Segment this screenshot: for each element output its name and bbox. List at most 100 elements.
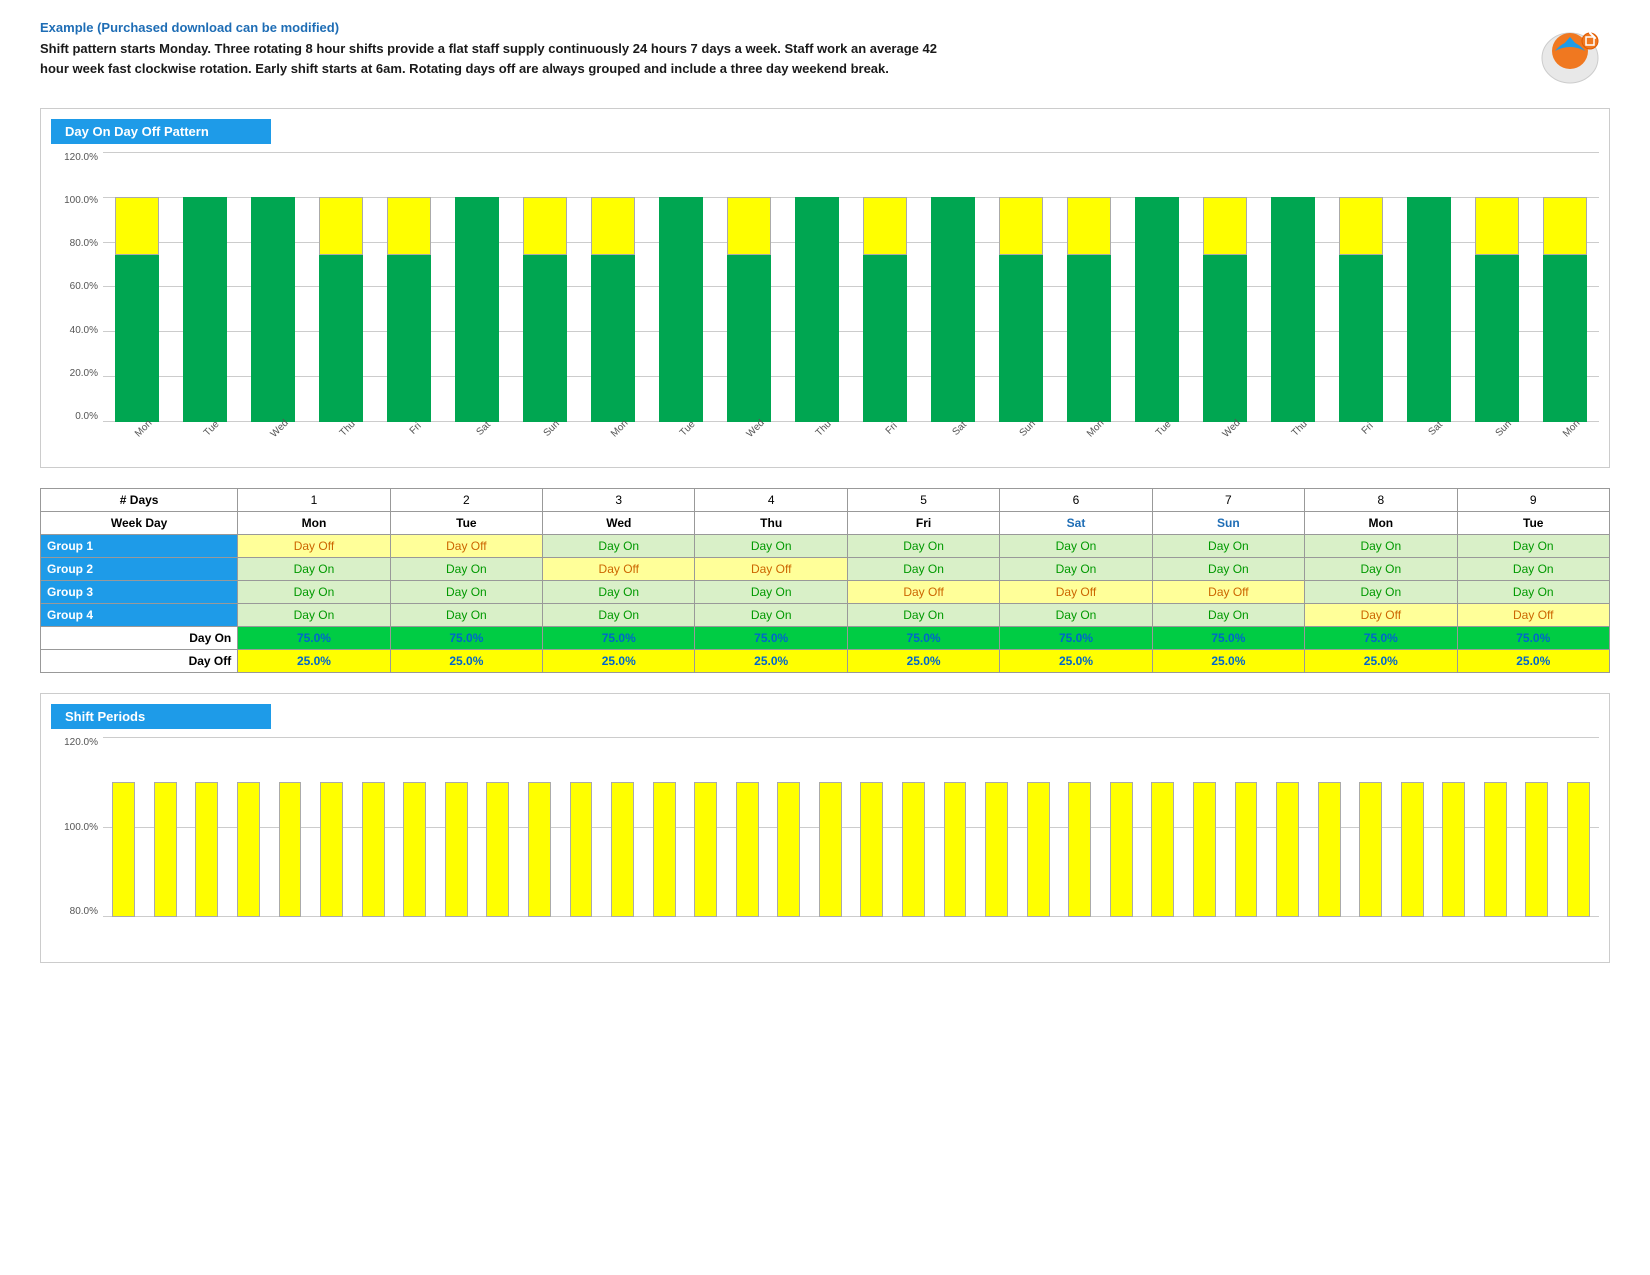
shift-xlabel-24 bbox=[1101, 917, 1143, 919]
weekday-cell-7: Mon bbox=[1305, 512, 1457, 535]
day-off-label: Day Off bbox=[41, 650, 238, 673]
shift-bar-group-31 bbox=[1391, 737, 1433, 917]
day-off-pct-8: 25.0% bbox=[1457, 650, 1610, 673]
shift-bar-group-7 bbox=[394, 737, 436, 917]
bar-stack-0 bbox=[115, 197, 159, 422]
day-off-pct-5: 25.0% bbox=[1000, 650, 1152, 673]
bar-yellow-13 bbox=[999, 197, 1043, 255]
shift-bar-5 bbox=[320, 782, 343, 917]
group-2-cell-1: Day On bbox=[390, 581, 542, 604]
day-on-pct-6: 75.0% bbox=[1152, 627, 1304, 650]
bar-group-21 bbox=[1531, 152, 1599, 422]
shift-bar-group-16 bbox=[768, 737, 810, 917]
description: Shift pattern starts Monday. Three rotat… bbox=[40, 39, 940, 78]
bar-stack-8 bbox=[659, 197, 703, 422]
y-label-0: 0.0% bbox=[51, 411, 103, 422]
group-0-cell-1: Day Off bbox=[390, 535, 542, 558]
bar-group-0 bbox=[103, 152, 171, 422]
shift-xlabel-26 bbox=[1184, 917, 1226, 919]
shift-xlabel-22 bbox=[1017, 917, 1059, 919]
bar-yellow-4 bbox=[387, 197, 431, 255]
shift-bar-group-12 bbox=[602, 737, 644, 917]
group-0-cell-4: Day On bbox=[847, 535, 999, 558]
day-on-label: Day On bbox=[41, 627, 238, 650]
bar-green-4 bbox=[387, 255, 431, 422]
weekday-cell-4: Fri bbox=[847, 512, 999, 535]
bar-green-20 bbox=[1475, 255, 1519, 422]
group-label-0: Group 1 bbox=[41, 535, 238, 558]
group-2-cell-7: Day On bbox=[1305, 581, 1457, 604]
group-1-cell-3: Day Off bbox=[695, 558, 847, 581]
shift-bar-26 bbox=[1193, 782, 1216, 917]
shift-bar-group-3 bbox=[228, 737, 270, 917]
weekday-cell-0: Mon bbox=[238, 512, 390, 535]
bar-group-5 bbox=[443, 152, 511, 422]
chart2-y-100: 100.0% bbox=[51, 822, 103, 833]
logo bbox=[1530, 20, 1610, 90]
bar-yellow-16 bbox=[1203, 197, 1247, 255]
bar-green-2 bbox=[251, 197, 295, 422]
group-2-cell-3: Day On bbox=[695, 581, 847, 604]
group-3-cell-5: Day On bbox=[1000, 604, 1152, 627]
group-2-cell-0: Day On bbox=[238, 581, 390, 604]
shift-bar-31 bbox=[1401, 782, 1424, 917]
shift-bar-group-24 bbox=[1101, 737, 1143, 917]
bar-group-7 bbox=[579, 152, 647, 422]
shift-xlabel-6 bbox=[352, 917, 394, 919]
shift-bar-group-17 bbox=[810, 737, 852, 917]
bar-stack-16 bbox=[1203, 197, 1247, 422]
shift-bar-group-15 bbox=[726, 737, 768, 917]
bar-green-10 bbox=[795, 197, 839, 422]
group-0-cell-2: Day On bbox=[543, 535, 695, 558]
bar-yellow-21 bbox=[1543, 197, 1587, 255]
shift-bar-7 bbox=[403, 782, 426, 917]
shift-xlabel-12 bbox=[602, 917, 644, 919]
chart2-bars bbox=[103, 737, 1599, 917]
day-on-pct-7: 75.0% bbox=[1305, 627, 1457, 650]
bar-stack-10 bbox=[795, 197, 839, 422]
shift-xlabel-0 bbox=[103, 917, 145, 919]
bar-group-10 bbox=[783, 152, 851, 422]
shift-bar-2 bbox=[195, 782, 218, 917]
shift-bar-1 bbox=[154, 782, 177, 917]
header-text: Example (Purchased download can be modif… bbox=[40, 20, 940, 78]
schedule-table: # Days123456789Week DayMonTueWedThuFriSa… bbox=[40, 488, 1610, 673]
shift-bar-group-2 bbox=[186, 737, 228, 917]
bar-group-18 bbox=[1327, 152, 1395, 422]
bar-green-16 bbox=[1203, 255, 1247, 422]
day-on-pct-4: 75.0% bbox=[847, 627, 999, 650]
shift-bar-group-0 bbox=[103, 737, 145, 917]
group-3-cell-2: Day On bbox=[543, 604, 695, 627]
shift-bar-group-5 bbox=[311, 737, 353, 917]
shift-bar-12 bbox=[611, 782, 634, 917]
bars-area bbox=[103, 152, 1599, 422]
shift-bar-group-8 bbox=[436, 737, 478, 917]
bar-group-16 bbox=[1191, 152, 1259, 422]
bar-stack-9 bbox=[727, 197, 771, 422]
weekday-cell-1: Tue bbox=[390, 512, 542, 535]
shift-bar-group-20 bbox=[934, 737, 976, 917]
chart2-bars-area bbox=[103, 737, 1599, 917]
day-num-3: 4 bbox=[695, 489, 847, 512]
group-3-cell-6: Day On bbox=[1152, 604, 1304, 627]
shift-bar-group-33 bbox=[1475, 737, 1517, 917]
shift-xlabel-15 bbox=[726, 917, 768, 919]
shift-bar-19 bbox=[902, 782, 925, 917]
bar-group-11 bbox=[851, 152, 919, 422]
shift-bar-4 bbox=[279, 782, 302, 917]
shift-xlabel-35 bbox=[1558, 917, 1600, 919]
shift-bar-group-18 bbox=[851, 737, 893, 917]
bar-group-12 bbox=[919, 152, 987, 422]
shift-bar-group-34 bbox=[1516, 737, 1558, 917]
bar-stack-2 bbox=[251, 197, 295, 422]
day-off-pct-3: 25.0% bbox=[695, 650, 847, 673]
day-num-1: 2 bbox=[390, 489, 542, 512]
bar-stack-14 bbox=[1067, 197, 1111, 422]
bar-green-0 bbox=[115, 255, 159, 422]
shift-bar-group-23 bbox=[1059, 737, 1101, 917]
bar-group-17 bbox=[1259, 152, 1327, 422]
shift-xlabel-3 bbox=[228, 917, 270, 919]
chart2-y-80: 80.0% bbox=[51, 906, 103, 917]
bar-green-11 bbox=[863, 255, 907, 422]
header-section: Example (Purchased download can be modif… bbox=[40, 20, 1610, 90]
